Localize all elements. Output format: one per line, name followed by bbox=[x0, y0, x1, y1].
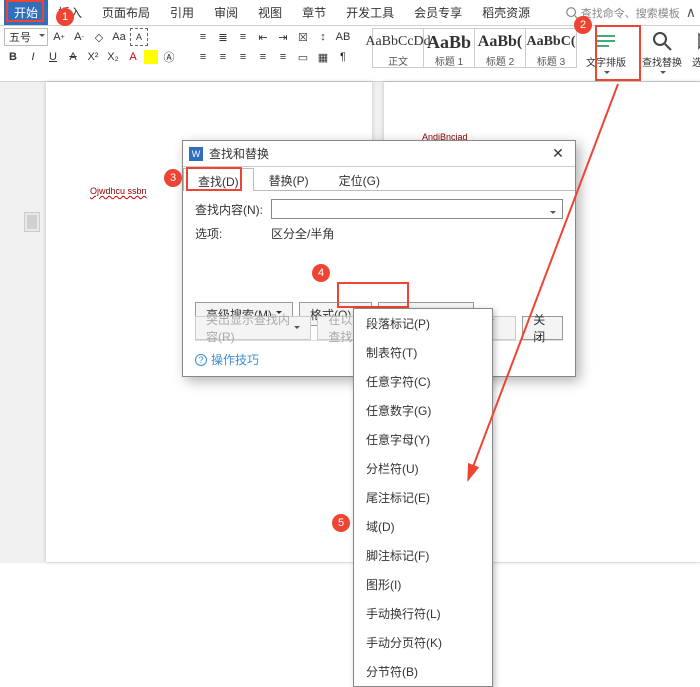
annotation-number-2: 2 bbox=[574, 16, 592, 34]
annotation-number-4: 4 bbox=[312, 264, 330, 282]
menu-item-manual-linebreak[interactable]: 手动换行符(L) bbox=[354, 599, 492, 628]
menu-item-manual-pagebreak[interactable]: 手动分页符(K) bbox=[354, 628, 492, 657]
annotation-number-3: 3 bbox=[164, 169, 182, 187]
menu-item-section-break[interactable]: 分节符(B) bbox=[354, 657, 492, 686]
annotation-arrow bbox=[0, 0, 700, 563]
annotation-number-1: 1 bbox=[56, 8, 74, 26]
menu-item-graphic[interactable]: 图形(I) bbox=[354, 570, 492, 599]
annotation-number-5: 5 bbox=[332, 514, 350, 532]
